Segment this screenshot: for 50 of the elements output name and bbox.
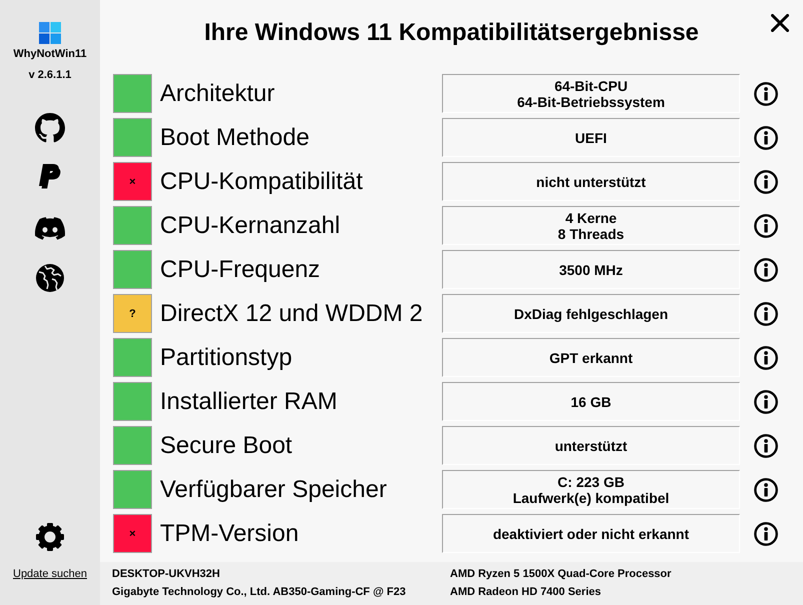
check-label: Boot Methode — [159, 124, 310, 152]
check-label: Installierter RAM — [159, 388, 338, 416]
info-icon[interactable] — [754, 82, 778, 106]
version-label: v 2.6.1.1 — [28, 68, 72, 82]
info-icon[interactable] — [754, 434, 778, 458]
result-value: 4 Kerne 8 Threads — [442, 206, 740, 245]
result-value: 3500 MHz — [442, 250, 740, 289]
info-icon[interactable] — [754, 302, 778, 326]
check-label: CPU-Kernanzahl — [159, 212, 342, 240]
status-indicator: × — [113, 514, 152, 553]
cpu-info: AMD Ryzen 5 1500X Quad-Core Processor — [450, 567, 672, 581]
result-value: 16 GB — [442, 382, 740, 421]
result-value: 64-Bit-CPU 64-Bit-Betriebssystem — [442, 74, 740, 113]
status-indicator: × — [113, 162, 152, 201]
result-value: unterstützt — [442, 426, 740, 465]
result-value: GPT erkannt — [442, 338, 740, 377]
result-value: C: 223 GB Laufwerk(e) kompatibel — [442, 470, 740, 509]
computer-name: DESKTOP-UKVH32H — [112, 567, 220, 581]
info-icon[interactable] — [754, 170, 778, 194]
check-label: Architektur — [159, 80, 276, 108]
check-label: Secure Boot — [159, 432, 294, 460]
status-indicator: ? — [113, 294, 152, 333]
window-title: Ihre Windows 11 Kompatibilitätsergebnisse — [204, 18, 699, 47]
check-label: CPU-Frequenz — [159, 256, 322, 284]
check-label: TPM-Version — [159, 520, 300, 548]
result-value: deaktiviert oder nicht erkannt — [442, 514, 740, 553]
check-label: Verfügbarer Speicher — [159, 476, 388, 504]
settings-icon[interactable] — [35, 522, 65, 552]
result-value: DxDiag fehlgeschlagen — [442, 294, 740, 333]
cat-logo-icon[interactable] — [35, 113, 65, 143]
info-icon[interactable] — [754, 258, 778, 282]
result-value: nicht unterstützt — [442, 162, 740, 201]
close-icon[interactable] — [771, 14, 789, 32]
result-value: UEFI — [442, 118, 740, 157]
check-label: DirectX 12 und WDDM 2 — [159, 300, 424, 328]
info-icon[interactable] — [754, 126, 778, 150]
update-link[interactable]: Update suchen — [13, 567, 87, 581]
info-icon[interactable] — [754, 346, 778, 370]
globe-icon[interactable] — [35, 263, 65, 293]
app-name: WhyNotWin11 — [13, 47, 87, 61]
info-icon[interactable] — [754, 478, 778, 502]
info-icon[interactable] — [754, 390, 778, 414]
info-icon[interactable] — [754, 522, 778, 546]
gpu-info: AMD Radeon HD 7400 Series — [450, 585, 601, 599]
info-icon[interactable] — [754, 214, 778, 238]
check-label: Partitionstyp — [159, 344, 294, 372]
check-label: CPU-Kompatibilität — [159, 168, 364, 196]
logo-icon — [39, 22, 61, 44]
gamepad-face-icon[interactable] — [35, 216, 65, 240]
motherboard-info: Gigabyte Technology Co., Ltd. AB350-Gaming-CF @ F23 — [112, 585, 406, 599]
